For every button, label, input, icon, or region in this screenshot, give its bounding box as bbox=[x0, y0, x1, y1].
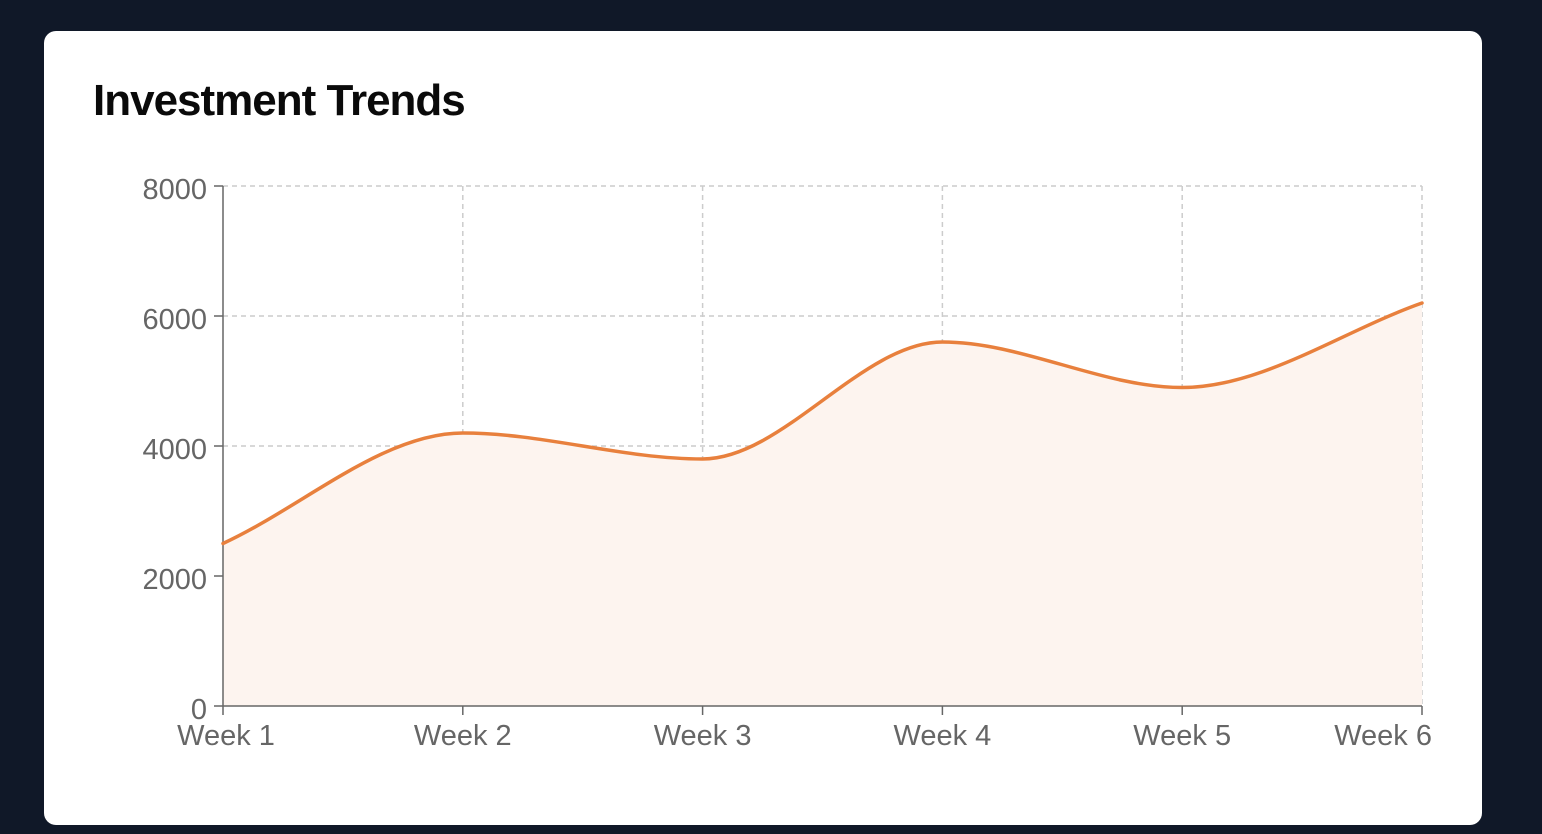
y-tick-label: 6000 bbox=[142, 304, 207, 336]
x-tick-label: Week 4 bbox=[894, 720, 992, 752]
data-point-week-3[interactable] bbox=[697, 453, 709, 465]
x-tick-label: Week 6 bbox=[1334, 720, 1432, 752]
investment-trends-chart: 02000400060008000Week 1 Week 2 Week 3 Week … bbox=[142, 174, 1432, 752]
y-tick-label: 4000 bbox=[142, 434, 207, 466]
x-tick-label: Week 1 bbox=[177, 720, 275, 752]
x-tick-label: Week 5 bbox=[1133, 720, 1231, 752]
data-point-week-2[interactable] bbox=[457, 427, 469, 439]
y-tick-label: 2000 bbox=[142, 564, 207, 596]
x-tick-label: Week 3 bbox=[654, 720, 752, 752]
series-area bbox=[223, 303, 1422, 706]
y-tick-label: 8000 bbox=[142, 174, 207, 206]
data-point-week-5[interactable] bbox=[1176, 382, 1188, 394]
data-point-week-1[interactable] bbox=[217, 538, 229, 550]
area-fill-layer bbox=[223, 303, 1422, 706]
data-point-week-6[interactable] bbox=[1416, 297, 1428, 309]
x-tick-label: Week 2 bbox=[414, 720, 512, 752]
data-point-week-4[interactable] bbox=[936, 336, 948, 348]
